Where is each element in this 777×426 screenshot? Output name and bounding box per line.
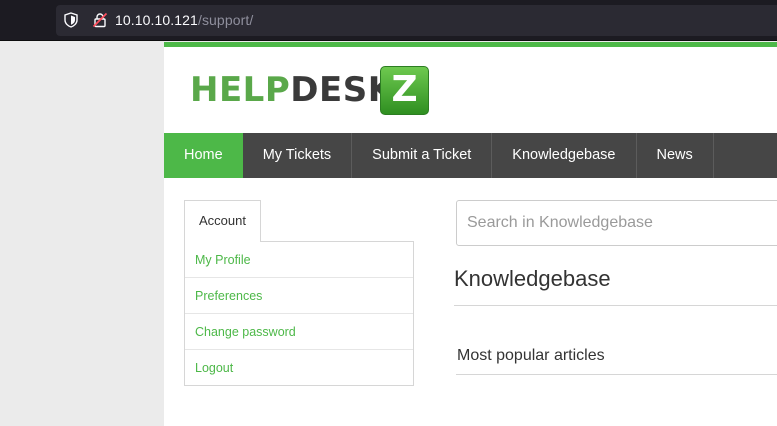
logo-wordmark: HELPDESK xyxy=(190,70,395,110)
link-my-profile[interactable]: My Profile xyxy=(185,242,413,278)
account-menu: My Profile Preferences Change password L… xyxy=(184,241,414,386)
url-path: /support/ xyxy=(197,12,254,28)
link-change-password[interactable]: Change password xyxy=(185,314,413,350)
shield-icon[interactable] xyxy=(64,12,78,28)
nav-home[interactable]: Home xyxy=(164,133,243,178)
url-host: 10.10.10.121 xyxy=(115,12,198,28)
knowledgebase-search-input[interactable] xyxy=(456,200,777,246)
nav-my-tickets[interactable]: My Tickets xyxy=(243,133,353,178)
url-text[interactable]: 10.10.10.121/support/ xyxy=(115,12,253,28)
divider xyxy=(456,374,777,375)
nav-knowledgebase[interactable]: Knowledgebase xyxy=(492,133,637,178)
popular-articles-heading: Most popular articles xyxy=(457,347,605,364)
main-nav: Home My Tickets Submit a Ticket Knowledg… xyxy=(164,133,777,178)
page: HELPDESK Z Home My Tickets Submit a Tick… xyxy=(164,42,777,426)
link-preferences[interactable]: Preferences xyxy=(185,278,413,314)
link-logout[interactable]: Logout xyxy=(185,350,413,386)
insecure-lock-icon[interactable] xyxy=(92,12,108,28)
nav-news[interactable]: News xyxy=(637,133,714,178)
browser-toolbar: 10.10.10.121/support/ xyxy=(0,0,777,41)
knowledgebase-heading: Knowledgebase xyxy=(454,266,611,291)
logo-help: HELP xyxy=(190,70,291,110)
tab-account[interactable]: Account xyxy=(184,200,261,242)
logo-badge: Z xyxy=(380,66,429,115)
logo-desk: DESK xyxy=(290,70,395,110)
nav-submit-ticket[interactable]: Submit a Ticket xyxy=(352,133,493,178)
top-accent-stripe xyxy=(164,42,777,47)
divider xyxy=(454,305,777,306)
